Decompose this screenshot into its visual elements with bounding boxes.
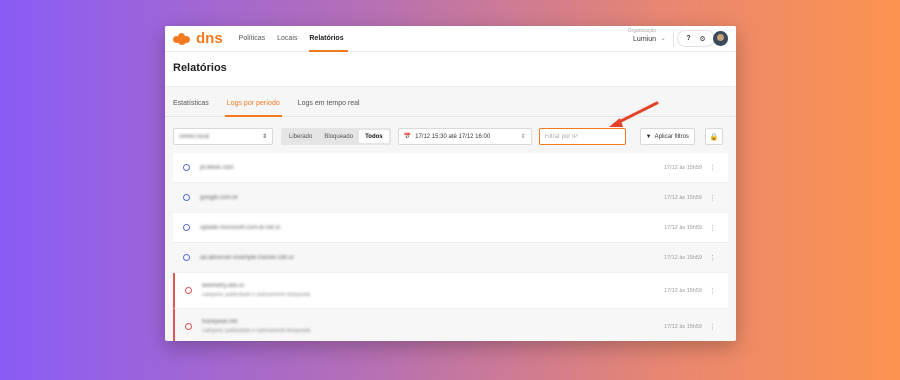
page-header: Relatórios [165,52,736,87]
globe-icon [183,224,190,231]
more-vertical-icon[interactable]: ⋮ [709,224,716,232]
paw-logo-icon [173,32,193,45]
segment-todos[interactable]: Todos [359,130,389,143]
header-actions: ? ⚙ [677,30,715,47]
org-value: Lumiun [633,36,656,43]
ip-filter-input[interactable] [538,128,626,145]
brand-name: dns [196,30,223,47]
top-navbar: dns Políticas Locais Relatórios Organiza… [165,26,736,52]
log-domain: google.com.br [200,194,239,201]
log-timestamp: 17/12 às 15h59 [664,287,702,294]
more-vertical-icon[interactable]: ⋮ [709,254,716,262]
log-timestamp: 17/12 às 15h59 [664,254,702,261]
export-button[interactable]: 🔒 [704,128,723,145]
log-row[interactable]: google.com.br 17/12 às 15h59 ⋮ [173,183,728,213]
help-icon[interactable]: ? [686,35,690,42]
log-domain: ad.adserver-example.tracker.cdn.io [200,254,294,261]
globe-icon [183,194,190,201]
date-range-value: 17/12 15:30 até 17/12 16:00 [415,133,491,140]
tab-logs-por-periodo[interactable]: Logs por período [224,100,282,117]
apply-filters-button[interactable]: ▼ Aplicar filtros [639,128,695,145]
nav-link-politicas[interactable]: Políticas [239,26,265,52]
status-segmented-control: Liberado Bloqueado Todos [281,128,391,145]
filter-icon: ▼ [645,133,652,140]
globe-icon [185,323,192,330]
more-vertical-icon[interactable]: ⋮ [709,323,716,331]
log-domain: update.microsoft.com.br.net.io [200,224,281,231]
log-timestamp: 17/12 às 15h59 [664,164,702,171]
tab-logs-tempo-real[interactable]: Logs em tempo real [298,100,360,116]
log-domain: telemetry.ads.io [202,283,244,289]
log-domain: trackpixel.net [202,319,238,325]
more-vertical-icon[interactable]: ⋮ [709,164,716,172]
log-row-blocked[interactable]: telemetry.ads.io categoria: publicidade … [173,273,728,309]
org-selector[interactable]: Organização Lumiun [628,28,656,43]
globe-icon [183,164,190,171]
log-row[interactable]: update.microsoft.com.br.net.io 17/12 às … [173,213,728,243]
log-row[interactable]: pt.tiktok.com 17/12 às 15h59 ⋮ [173,153,728,183]
tab-estatisticas[interactable]: Estatísticas [173,100,209,116]
log-row[interactable]: ad.adserver-example.tracker.cdn.io 17/12… [173,243,728,273]
page-title: Relatórios [165,52,736,86]
more-vertical-icon[interactable]: ⋮ [709,287,716,295]
nav-link-relatorios[interactable]: Relatórios [309,26,348,52]
more-vertical-icon[interactable]: ⋮ [709,194,716,202]
org-label: Organização [627,28,656,34]
apply-filters-label: Aplicar filtros [654,133,689,140]
pointer-arrow-icon [609,101,659,127]
segment-liberado[interactable]: Liberado [283,130,318,143]
log-block-reason: categoria: publicidade e rastreamento bl… [202,328,311,334]
log-row-blocked[interactable]: trackpixel.net categoria: publicidade e … [173,309,728,341]
app-window: dns Políticas Locais Relatórios Organiza… [165,26,736,341]
log-timestamp: 17/12 às 15h59 [664,194,702,201]
chevron-updown-icon: ⇕ [520,134,526,140]
chevron-updown-icon: ⇕ [261,134,267,140]
brand-logo[interactable]: dns [173,30,223,47]
globe-icon [185,287,192,294]
calendar-icon: 📅 [403,134,412,140]
log-timestamp: 17/12 às 15h59 [664,224,702,231]
avatar[interactable] [713,31,728,46]
divider [673,31,674,47]
date-range-picker[interactable]: 📅 17/12 15:30 até 17/12 16:00 ⇕ [397,128,532,145]
lock-icon: 🔒 [709,133,719,141]
log-list: pt.tiktok.com 17/12 às 15h59 ⋮ google.co… [165,153,736,341]
device-select[interactable]: clmeo.local ⇕ [173,128,273,145]
gear-icon[interactable]: ⚙ [699,35,705,43]
device-select-value: clmeo.local [179,133,210,140]
segment-bloqueado[interactable]: Bloqueado [318,130,359,143]
log-timestamp: 17/12 às 15h59 [664,323,702,330]
chevron-down-icon[interactable]: ⌄ [660,34,666,42]
log-domain: pt.tiktok.com [200,164,234,171]
log-block-reason: categoria: publicidade e rastreamento bl… [202,292,311,298]
globe-icon [183,254,190,261]
nav-link-locais[interactable]: Locais [277,26,297,52]
